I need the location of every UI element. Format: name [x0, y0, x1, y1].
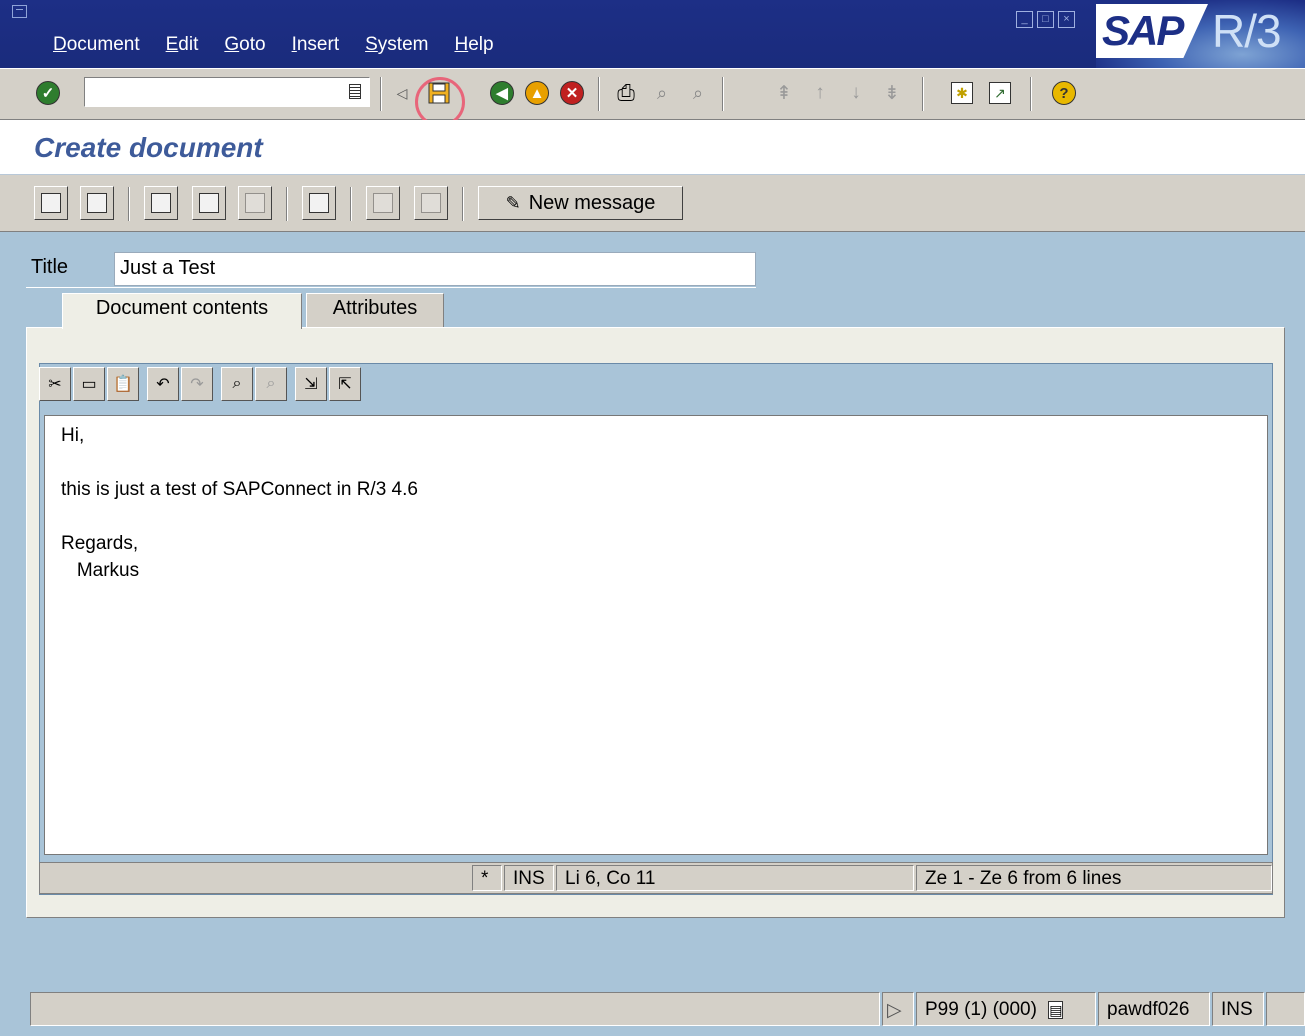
title-label: Title	[31, 256, 69, 278]
menu-goto[interactable]: Goto	[224, 34, 265, 56]
menu-bar: Document Edit Goto Insert System Help _ …	[0, 0, 1305, 68]
new-message-button[interactable]: ✎ New message	[478, 186, 683, 220]
expand-status-icon[interactable]: ▷	[882, 992, 914, 1026]
distribution-list-button[interactable]	[144, 186, 178, 220]
command-input[interactable]	[89, 79, 329, 105]
redo-icon[interactable]: ↷	[181, 367, 213, 401]
input-mode[interactable]: INS	[1212, 992, 1264, 1026]
next-icon	[421, 193, 441, 213]
new-message-label: New message	[528, 191, 656, 214]
cancel-icon[interactable]: ✕	[558, 79, 586, 107]
menu-help[interactable]: Help	[454, 34, 493, 56]
title-input[interactable]: Just a Test	[114, 252, 756, 286]
title-area: Create document	[0, 120, 1305, 175]
copy-icon[interactable]: ▭	[73, 367, 105, 401]
system-id: P99 (1) (000)	[925, 999, 1037, 1020]
command-history-icon[interactable]	[349, 84, 361, 99]
find-next-icon[interactable]: ⌕	[684, 79, 712, 107]
r3-logo-text: R/3	[1212, 5, 1282, 57]
document-header-icon	[41, 193, 61, 213]
sap-logo: SAP R/3	[1096, 0, 1305, 68]
document-header-button[interactable]	[34, 186, 68, 220]
insert-mode: INS	[504, 865, 554, 891]
close-icon[interactable]: ×	[1058, 11, 1075, 28]
next-document-button[interactable]	[414, 186, 448, 220]
menu-document[interactable]: Document	[53, 34, 140, 56]
tab-document-contents[interactable]: Document contents	[62, 293, 302, 329]
paste-icon[interactable]: 📋	[107, 367, 139, 401]
first-page-icon[interactable]: ⇞	[770, 79, 798, 107]
menu-edit[interactable]: Edit	[166, 34, 199, 56]
maximize-icon[interactable]: □	[1037, 11, 1054, 28]
previous-page-icon[interactable]: ↑	[806, 79, 834, 107]
minimize-icon[interactable]: _	[1016, 11, 1033, 28]
modified-indicator: *	[472, 865, 502, 891]
tab-attributes[interactable]: Attributes	[306, 293, 444, 327]
line-range: Ze 1 - Ze 6 from 6 lines	[916, 865, 1272, 891]
system-info[interactable]: P99 (1) (000) ▤	[916, 992, 1096, 1026]
previous-icon	[373, 193, 393, 213]
session-list-icon[interactable]: ▤	[1048, 1001, 1064, 1019]
print-document-button[interactable]	[80, 186, 114, 220]
trash-icon	[245, 193, 265, 213]
resize-grip-icon[interactable]	[1266, 992, 1305, 1026]
menu-insert[interactable]: Insert	[292, 34, 340, 56]
exit-icon[interactable]: ▲	[523, 79, 551, 107]
shortcut-icon[interactable]: ↗	[986, 79, 1014, 107]
status-bar: ▷ P99 (1) (000) ▤ pawdf026 INS	[0, 990, 1305, 1036]
help-icon[interactable]: ?	[1050, 79, 1078, 107]
page-title: Create document	[34, 132, 263, 163]
system-menu-icon[interactable]	[12, 5, 27, 18]
previous-document-button[interactable]	[366, 186, 400, 220]
standard-toolbar: ✓ ◁ ◀ ▲ ✕ ⎙ ⌕ ⌕ ⇞ ↑ ↓ ⇟ ✱ ↗ ?	[0, 68, 1305, 127]
find-next-icon[interactable]: ⌕	[255, 367, 287, 401]
sap-logo-text: SAP	[1096, 4, 1208, 58]
command-field[interactable]	[84, 77, 370, 107]
editor-toolbar: ✂ ▭ 📋 ↶ ↷ ⌕ ⌕ ⇲ ⇱	[39, 364, 361, 404]
find-icon[interactable]: ⌕	[221, 367, 253, 401]
next-page-icon[interactable]: ↓	[842, 79, 870, 107]
structure-button[interactable]	[192, 186, 226, 220]
window-controls: _ □ ×	[1016, 11, 1075, 28]
title-underline	[26, 287, 756, 288]
attach-button[interactable]	[302, 186, 336, 220]
last-page-icon[interactable]: ⇟	[878, 79, 906, 107]
undo-icon[interactable]: ↶	[147, 367, 179, 401]
printer-icon	[87, 193, 107, 213]
print-icon[interactable]: ⎙	[612, 79, 640, 107]
menu-system[interactable]: System	[365, 34, 428, 56]
delete-button[interactable]	[238, 186, 272, 220]
new-message-icon: ✎	[505, 192, 521, 213]
back-icon[interactable]: ◀	[488, 79, 516, 107]
application-toolbar: ✎ New message	[0, 175, 1305, 232]
cut-icon[interactable]: ✂	[39, 367, 71, 401]
cursor-position: Li 6, Co 11	[556, 865, 914, 891]
collapse-arrow-icon[interactable]: ◁	[388, 79, 416, 107]
structure-icon	[199, 193, 219, 213]
editor-statusbar: * INS Li 6, Co 11 Ze 1 - Ze 6 from 6 lin…	[39, 862, 1273, 894]
import-icon[interactable]: ⇲	[295, 367, 327, 401]
create-session-icon[interactable]: ✱	[948, 79, 976, 107]
menu: Document Edit Goto Insert System Help	[53, 34, 494, 56]
enter-icon[interactable]: ✓	[34, 79, 62, 107]
export-icon[interactable]: ⇱	[329, 367, 361, 401]
status-message	[30, 992, 880, 1026]
server-name: pawdf026	[1098, 992, 1210, 1026]
attachment-icon	[309, 193, 329, 213]
hierarchy-icon	[151, 193, 171, 213]
document-text-editor[interactable]: Hi, this is just a test of SAPConnect in…	[44, 415, 1268, 855]
find-icon[interactable]: ⌕	[648, 79, 676, 107]
